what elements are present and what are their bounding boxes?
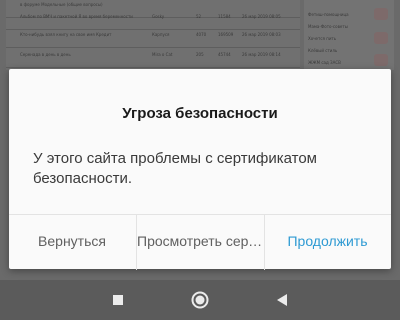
topic-author: Карпуся: [152, 32, 170, 37]
dialog-button-bar: Вернуться Просмотреть сертификат Продолж…: [9, 214, 391, 270]
topic-author: Gosky: [152, 14, 165, 19]
topic-author: Mira o Cat: [152, 52, 173, 57]
sidebar-thumbnail: [374, 54, 388, 66]
table-row: Кто-нибудь взял книгу на свое имя Кредит…: [6, 30, 300, 48]
topic-title: Альбом по ВМЧ и пакетной Я во время бере…: [20, 14, 133, 19]
topic-views: 169509: [218, 32, 234, 37]
dialog-title: Угроза безопасности: [122, 105, 278, 122]
forum-topic-table: в форуме Модельные (общие вопросы) Альбо…: [6, 0, 300, 70]
table-row: Альбом по ВМЧ и пакетной Я во время бере…: [6, 12, 300, 30]
back-button[interactable]: Вернуться: [9, 215, 135, 270]
sidebar-item: Фетиш-помощница: [308, 12, 349, 17]
topic-replies: 4070: [196, 32, 207, 37]
sidebar-thumbnail: [374, 8, 388, 20]
topic-title: Серенада в день в день: [20, 52, 71, 57]
topic-last-post: 26 мар 2019 08:14: [242, 52, 281, 57]
android-navigation-bar: [0, 280, 400, 320]
topic-replies: 52: [196, 14, 202, 19]
sidebar-item: Мама-Фото-советы: [308, 24, 348, 29]
topic-replies: 205: [196, 52, 204, 57]
topic-title: Кто-нибудь взял книгу на свое имя Кредит: [20, 32, 112, 37]
sidebar-item: Клёвый стиль: [308, 48, 338, 53]
square-recents-icon[interactable]: [108, 290, 128, 310]
topic-views: 11584: [218, 14, 231, 19]
table-row: Серенада в день в день Mira o Cat 205 45…: [6, 50, 300, 68]
security-warning-dialog: Угроза безопасности У этого сайта пробле…: [9, 69, 391, 270]
sidebar-thumbnail: [374, 32, 388, 44]
topic-last-post: 26 мар 2019 08:03: [242, 32, 281, 37]
dialog-message: У этого сайта проблемы с сертификатом бе…: [33, 150, 317, 187]
topic-views: 45744: [218, 52, 231, 57]
topic-last-post: 26 мар 2019 08:05: [242, 14, 281, 19]
topic-title: в форуме Модельные (общие вопросы): [20, 2, 103, 7]
continue-button[interactable]: Продолжить: [264, 215, 391, 270]
view-certificate-button[interactable]: Просмотреть сертификат: [136, 215, 265, 270]
triangle-back-icon[interactable]: [272, 290, 292, 310]
sidebar-item: Хочется пить: [308, 36, 337, 41]
circle-home-icon[interactable]: [190, 290, 210, 310]
forum-sidebar: Фетиш-помощница Мама-Фото-советы Хочется…: [304, 0, 394, 70]
sidebar-item: ЖЖМ сад ЗАСВ: [308, 60, 341, 65]
